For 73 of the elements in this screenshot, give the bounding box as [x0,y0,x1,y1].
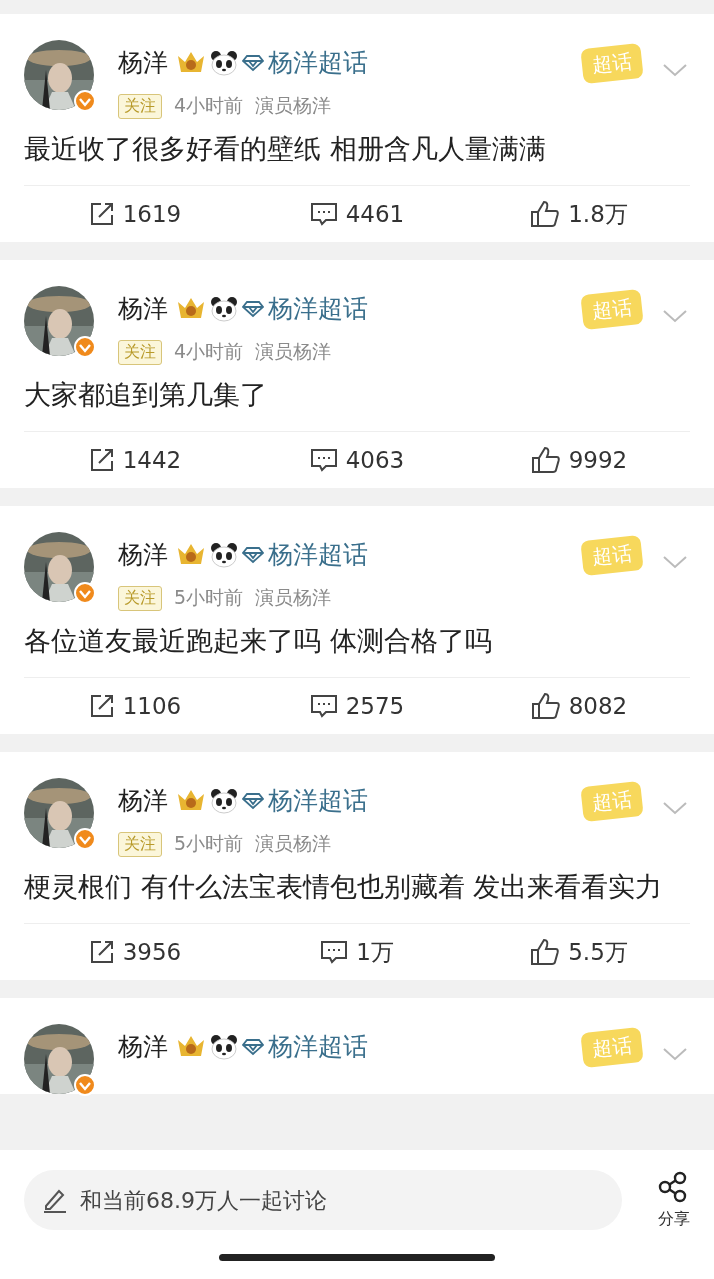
panda-icon [210,49,238,76]
thumbs-up-icon [530,446,561,474]
topic-link[interactable]: 杨洋超话 [268,292,368,325]
user-name[interactable]: 杨洋 [118,46,168,79]
panda-icon [210,295,238,322]
panda-icon [210,1033,238,1060]
post-time: 4小时前 [174,339,244,364]
post-time: 5小时前 [174,585,244,610]
super-topic-sticker: 超话 [580,534,644,577]
panda-icon [210,787,238,814]
repost-icon [88,447,115,473]
chevron-down-icon[interactable] [662,308,688,324]
post-text: 大家都追到第几集了 [24,375,690,432]
diamond-icon [242,545,264,564]
repost-button[interactable]: 1442 [24,447,246,473]
chevron-down-icon[interactable] [662,1046,688,1062]
thumbs-up-icon [530,938,561,966]
comment-input-field[interactable]: 和当前68.9万人一起讨论 [24,1170,622,1230]
user-name[interactable]: 杨洋 [118,784,168,817]
thumbs-up-icon [530,200,561,228]
topic-link[interactable]: 杨洋超话 [268,46,368,79]
comment-icon [309,201,338,227]
diamond-icon [242,53,264,72]
post-text: 梗灵根们 有什么法宝表情包也别藏着 发出来看看实力 [24,867,690,924]
comment-button[interactable]: 4461 [246,201,468,227]
diamond-icon [242,299,264,318]
like-button[interactable]: 5.5万 [468,936,690,968]
super-topic-sticker: 超话 [580,1026,644,1069]
post-source: 演员杨洋 [255,585,332,610]
verified-badge-icon [74,582,96,604]
comment-button[interactable]: 2575 [246,693,468,719]
chevron-down-icon[interactable] [662,800,688,816]
like-button[interactable]: 9992 [468,446,690,474]
post-source: 演员杨洋 [255,93,332,118]
thumbs-up-icon [530,692,561,720]
post-text: 最近收了很多好看的壁纸 相册含凡人量满满 [24,129,690,186]
post-source: 演员杨洋 [255,831,332,856]
diamond-icon [242,791,264,810]
post-text: 各位道友最近跑起来了吗 体测合格了吗 [24,621,690,678]
diamond-icon [242,1037,264,1056]
super-topic-sticker: 超话 [580,780,644,823]
user-name[interactable]: 杨洋 [118,538,168,571]
like-button[interactable]: 1.8万 [468,198,690,230]
topic-link[interactable]: 杨洋超话 [268,1030,368,1063]
comment-button[interactable]: 4063 [246,447,468,473]
like-button[interactable]: 8082 [468,692,690,720]
user-name[interactable]: 杨洋 [118,292,168,325]
repost-icon [88,939,115,965]
comment-icon [320,939,349,965]
post-time: 5小时前 [174,831,244,856]
comment-button[interactable]: 1万 [246,936,468,968]
repost-button[interactable]: 3956 [24,939,246,965]
super-topic-sticker: 超话 [580,288,644,331]
panda-icon [210,541,238,568]
chevron-down-icon[interactable] [662,554,688,570]
chevron-down-icon[interactable] [662,62,688,78]
share-button[interactable]: 分享 [658,1170,690,1230]
post-time: 4小时前 [174,93,244,118]
comment-icon [309,693,338,719]
repost-icon [88,201,115,227]
comment-icon [309,447,338,473]
verified-badge-icon [74,90,96,112]
verified-badge-icon [74,336,96,358]
topic-link[interactable]: 杨洋超话 [268,538,368,571]
repost-icon [88,693,115,719]
repost-button[interactable]: 1106 [24,693,246,719]
super-topic-sticker: 超话 [580,42,644,85]
verified-badge-icon [74,828,96,850]
user-name[interactable]: 杨洋 [118,1030,168,1063]
post-source: 演员杨洋 [255,339,332,364]
topic-link[interactable]: 杨洋超话 [268,784,368,817]
pencil-icon [42,1187,68,1213]
repost-button[interactable]: 1619 [24,201,246,227]
